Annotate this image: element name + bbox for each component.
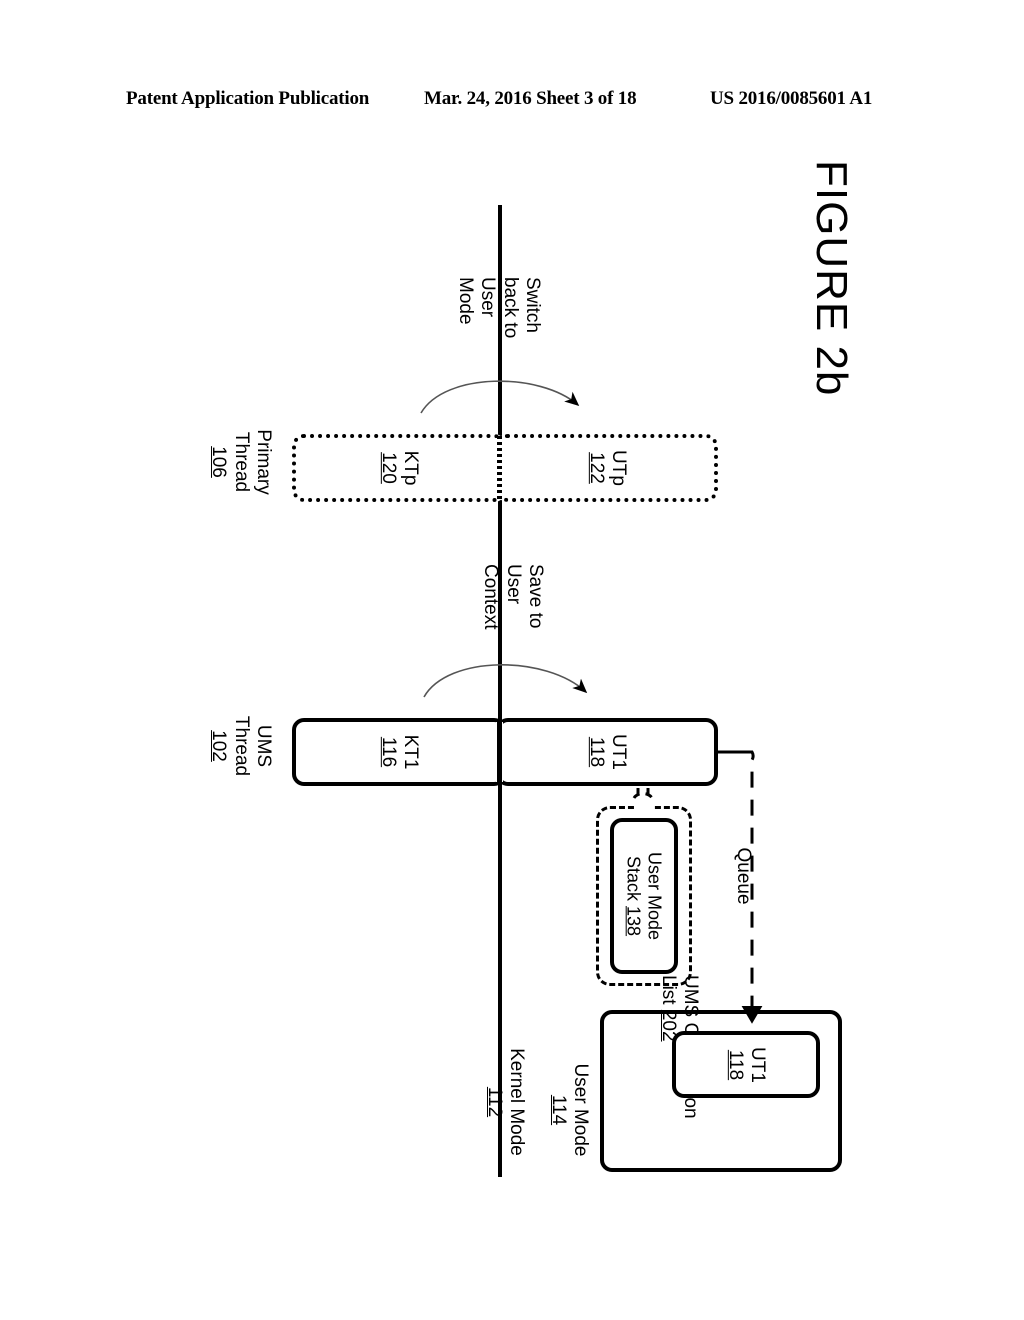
- kt1-label: KT1 116: [378, 734, 421, 770]
- publication-header: Patent Application Publication Mar. 24, …: [0, 88, 1024, 116]
- publication-date-sheet: Mar. 24, 2016 Sheet 3 of 18: [424, 88, 637, 109]
- publication-type: Patent Application Publication: [126, 88, 370, 109]
- user-mode-stack-box: User Mode Stack 138: [610, 818, 678, 974]
- ums-completion-list-item-ut1: UT1 118: [672, 1031, 820, 1098]
- annotation-switch-back-to-user-mode: Switch back to User Mode: [454, 277, 543, 339]
- publication-number: US 2016/0085601 A1: [710, 88, 873, 109]
- user-mode-label: User Mode 114: [547, 1063, 591, 1157]
- annotation-queue: Queue: [733, 847, 754, 905]
- ktp-label: KTp 120: [378, 450, 421, 486]
- kt1-box: KT1 116: [292, 718, 506, 786]
- annotation-save-to-user-context: Save to User Context: [480, 564, 546, 630]
- utp-label: UTp 122: [586, 450, 629, 486]
- figure-title: FIGURE 2b: [807, 160, 856, 397]
- ums-thread-label: UMS Thread 102: [208, 715, 274, 777]
- ut1-label: UT1 118: [586, 734, 629, 770]
- primary-thread-label: Primary Thread 106: [208, 429, 274, 495]
- kernel-mode-label: Kernel Mode 112: [483, 1048, 527, 1156]
- user-mode-stack-label: User Mode Stack 138: [624, 851, 665, 941]
- completion-item-label: UT1 118: [725, 1046, 768, 1083]
